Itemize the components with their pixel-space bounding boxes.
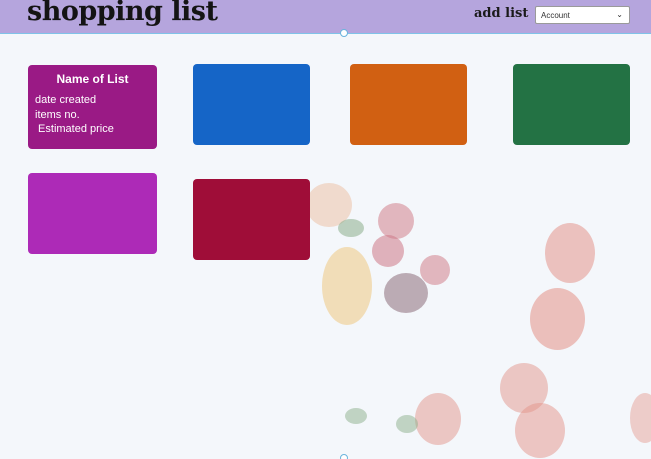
strawberry-decoration <box>630 393 651 443</box>
account-dropdown[interactable]: Account ⌄ <box>535 6 630 24</box>
list-estimated-price: Estimated price <box>35 123 114 135</box>
header-bar: shopping list add list Account ⌄ <box>0 0 651 33</box>
strawberry-decoration <box>530 288 585 350</box>
leaf-decoration <box>345 408 367 424</box>
list-date-created: date created <box>35 94 97 106</box>
list-card[interactable] <box>350 64 467 145</box>
strawberry-decoration <box>415 393 461 445</box>
berry-decoration <box>372 235 404 267</box>
berry-decoration <box>420 255 450 285</box>
resize-handle-top[interactable] <box>340 29 348 37</box>
resize-handle-bottom[interactable] <box>340 454 348 459</box>
account-dropdown-value: Account <box>541 11 570 20</box>
list-card[interactable]: Name of List date created items no. Esti… <box>28 65 157 149</box>
list-card[interactable] <box>28 173 157 254</box>
strawberry-decoration <box>515 403 565 458</box>
list-card[interactable] <box>513 64 630 145</box>
leaf-decoration <box>396 415 418 433</box>
cherry-decoration <box>384 273 428 313</box>
app-title: shopping list <box>27 0 218 27</box>
chevron-down-icon: ⌄ <box>616 10 623 19</box>
list-items-count: items no. <box>35 109 80 121</box>
berry-decoration <box>378 203 414 239</box>
strawberry-decoration <box>545 223 595 283</box>
leaf-decoration <box>338 219 364 237</box>
selection-outline <box>0 33 651 34</box>
orange-slice-decoration <box>322 247 372 325</box>
add-list-link[interactable]: add list <box>474 6 528 21</box>
list-name: Name of List <box>56 72 129 86</box>
list-card[interactable] <box>193 179 310 260</box>
list-card[interactable] <box>193 64 310 145</box>
